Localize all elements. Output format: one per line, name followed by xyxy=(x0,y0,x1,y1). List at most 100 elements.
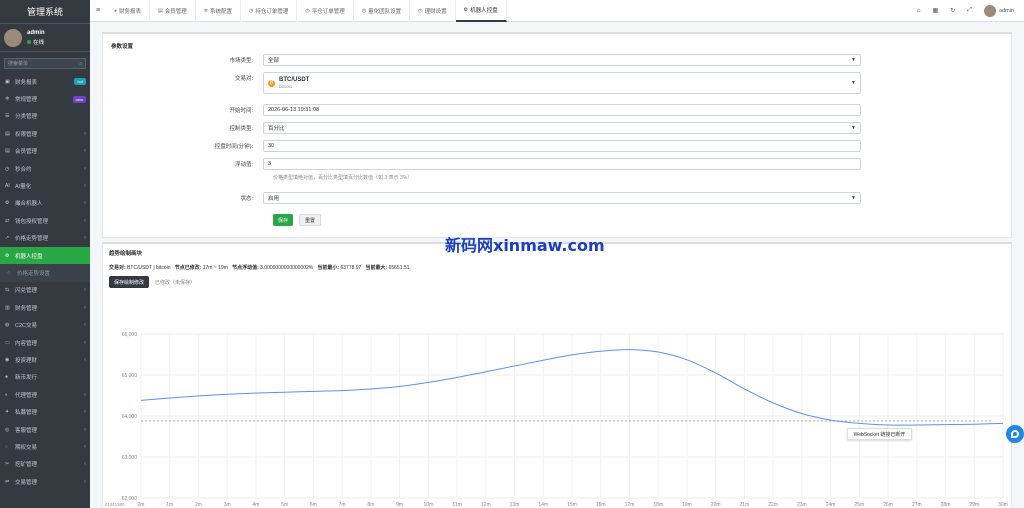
status-row: 状态: 启用 ▼ xyxy=(103,192,1013,204)
tab[interactable]: ◕ 财务报表 xyxy=(106,0,151,22)
pair-select[interactable]: ₿ BTC/USDT bitcoin ▼ xyxy=(263,72,861,94)
market-type-select[interactable]: 全部 ▼ xyxy=(263,54,861,66)
x-tick-label: 12m xyxy=(481,502,491,508)
data-point xyxy=(543,360,544,361)
sidebar-item[interactable]: AI AI量化 ‹ xyxy=(0,177,90,194)
refresh-icon[interactable]: ↻ xyxy=(950,7,955,14)
data-point xyxy=(715,372,716,373)
home-icon[interactable]: ⌂ xyxy=(917,8,921,14)
save-trend-button[interactable]: 保存绘制修改 xyxy=(109,276,150,288)
sidebar-item[interactable]: ◍ C2C交易 ‹ xyxy=(0,316,90,333)
sidebar-item[interactable]: ▤ 会员管理 ‹ xyxy=(0,143,90,160)
float-row: 浮动值: 3 xyxy=(103,158,1013,170)
chevron-left-icon: ‹ xyxy=(84,165,86,172)
x-tick-label: 3m xyxy=(224,502,231,508)
sidebar-item[interactable]: ✲ 常规管理 new xyxy=(0,90,90,107)
sidebar-item[interactable]: ☰ 分类管理 xyxy=(0,108,90,125)
dashboard-icon: ◕ xyxy=(114,7,118,14)
menu-toggle-icon[interactable]: ≡ xyxy=(90,7,106,14)
x-tick-label: 22m xyxy=(768,502,778,508)
sidebar-item-label: 客服管理 xyxy=(15,427,38,434)
sidebar-item-label: 权限管理 xyxy=(15,131,38,138)
sidebar-item[interactable]: ↗ 价格走势管理 ‹ xyxy=(0,230,90,247)
x-tick-label: 18m xyxy=(653,502,663,508)
sidebar-item[interactable]: ⇆ 闪兑管理 ‹ xyxy=(0,282,90,299)
clock-icon: ◷ xyxy=(305,7,310,14)
sidebar-item[interactable]: ⚙ 机器人控盘 xyxy=(0,246,90,265)
x-tick-label: 17m xyxy=(625,502,635,508)
list-icon: ☰ xyxy=(5,113,10,120)
agent-icon: ◐ xyxy=(5,391,9,398)
chevron-left-icon: ‹ xyxy=(84,461,86,468)
chevron-left-icon: ‹ xyxy=(84,130,86,137)
float-input[interactable]: 3 xyxy=(263,158,861,170)
x-tick-label: 27m xyxy=(912,502,922,508)
sidebar-item-label: 交易管理 xyxy=(15,479,38,486)
pair-row: 交易对: ₿ BTC/USDT bitcoin ▼ xyxy=(103,72,1013,94)
trend-card: 趋势绘制画块 交易对: BTC/USDT | bitcoin 节点已修改: 17… xyxy=(102,242,1012,508)
save-note: 已修改（未保存） xyxy=(155,279,196,286)
sidebar-search[interactable]: 搜索菜单 ⌕ xyxy=(4,58,86,69)
tab[interactable]: ✲ 系统配置 xyxy=(196,0,242,22)
sidebar-item[interactable]: ⚙ 撮合机器人 ‹ xyxy=(0,195,90,212)
sidebar-search-input[interactable]: 搜索菜单 xyxy=(8,60,28,67)
control-type-select[interactable]: 百分比 ▼ xyxy=(263,122,861,134)
sidebar-item[interactable]: ▥ 财务管理 ‹ xyxy=(0,299,90,316)
chat-bubble-icon[interactable] xyxy=(1006,425,1024,443)
tab-label: 持仓订单管理 xyxy=(255,8,289,15)
user-status: 在线 xyxy=(27,38,45,46)
data-point xyxy=(629,349,630,350)
sidebar-item[interactable]: ▣ 财务报表 hot xyxy=(0,73,90,90)
trend-chart[interactable]: 66,00065,00064,00063,00062,00061911586 0m… xyxy=(103,304,1013,508)
form-actions: 保存 重置 xyxy=(273,214,322,226)
sidebar-item-label: 私募管理 xyxy=(15,410,38,417)
trash-icon[interactable]: ▦ xyxy=(933,7,939,14)
control-type-row: 控制类型: 百分比 ▼ xyxy=(103,122,1013,134)
chevron-left-icon: ‹ xyxy=(84,409,86,416)
pair-subtitle: bitcoin xyxy=(279,84,293,89)
sidebar-item[interactable]: ⇌ 交易管理 ‹ xyxy=(0,473,90,490)
search-icon[interactable]: ⌕ xyxy=(79,61,82,67)
data-point xyxy=(887,424,888,425)
market-type-row: 市场类型: 全部 ▼ xyxy=(103,54,1013,66)
status-select[interactable]: 启用 ▼ xyxy=(263,192,861,204)
tab[interactable]: ▤ 会员管理 xyxy=(150,0,196,22)
chat-icon: ◎ xyxy=(5,426,10,433)
sidebar-item[interactable]: ▤ 权限管理 ‹ xyxy=(0,125,90,142)
sidebar-item-label: 财务管理 xyxy=(15,305,38,312)
data-point xyxy=(830,420,831,421)
tab[interactable]: ⚙ 机器人控盘 xyxy=(455,0,507,22)
tab[interactable]: ◷ 理财设置 xyxy=(410,0,456,22)
sidebar-item[interactable]: ○ 价格走势设置 xyxy=(0,264,90,282)
sidebar-item[interactable]: ◌ 期权交易 ‹ xyxy=(0,438,90,455)
sidebar-item[interactable]: ◷ 秒合约 ‹ xyxy=(0,160,90,177)
reset-button[interactable]: 重置 xyxy=(299,214,322,226)
topbar-avatar[interactable] xyxy=(984,4,997,17)
sidebar-item[interactable]: ● 新币发行 xyxy=(0,369,90,386)
data-point xyxy=(514,365,515,366)
tab[interactable]: ◷ 平仓订单管理 xyxy=(297,0,354,22)
sidebar-item[interactable]: ◐ 代理管理 ‹ xyxy=(0,386,90,403)
tab[interactable]: ◷ 持仓订单管理 xyxy=(241,0,298,22)
data-point xyxy=(773,402,774,403)
fullscreen-icon[interactable]: ⤢ xyxy=(967,7,972,14)
tab-label: 系统配置 xyxy=(210,8,233,15)
trend-save-row: 保存绘制修改 已修改（未保存） xyxy=(109,276,195,288)
clock-icon: ◷ xyxy=(249,7,254,14)
sidebar-item-label: AI量化 xyxy=(15,184,32,191)
chevron-left-icon: ‹ xyxy=(84,356,86,363)
sidebar-item[interactable]: ◉ 投资理财 ‹ xyxy=(0,351,90,368)
sidebar-item[interactable]: ▭ 内容管理 ‹ xyxy=(0,334,90,351)
start-time-input[interactable]: 2026-06-13 19:31:08 xyxy=(263,104,861,116)
sidebar-item[interactable]: ✂ 挖矿管理 ‹ xyxy=(0,456,90,473)
x-tick-label: 11m xyxy=(452,502,461,508)
tab[interactable]: ◷ 量化团队设置 xyxy=(354,0,411,22)
duration-input[interactable]: 30 xyxy=(263,140,861,152)
save-button[interactable]: 保存 xyxy=(273,214,294,226)
topbar-username[interactable]: admin xyxy=(999,8,1014,14)
y-bottom-label: 61911586 xyxy=(105,502,125,507)
folder-icon: ▭ xyxy=(5,339,10,346)
sidebar-item[interactable]: ⇄ 钱包授权管理 ‹ xyxy=(0,212,90,229)
sidebar-item[interactable]: ✦ 私募管理 ‹ xyxy=(0,403,90,420)
sidebar-item[interactable]: ◎ 客服管理 ‹ xyxy=(0,421,90,438)
